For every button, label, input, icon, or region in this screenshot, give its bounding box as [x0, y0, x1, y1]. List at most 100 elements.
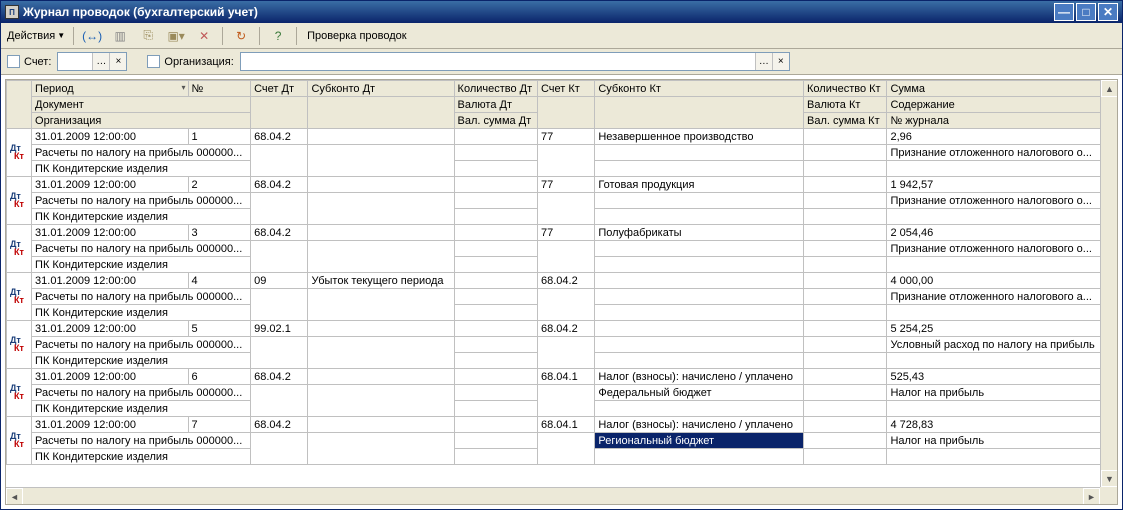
- table-row[interactable]: Расчеты по налогу на прибыль 000000...Пр…: [7, 145, 1117, 161]
- col-org[interactable]: Организация: [32, 113, 251, 129]
- cell-sub-kt2[interactable]: Федеральный бюджет: [595, 385, 804, 401]
- filter-button[interactable]: ▥: [108, 26, 132, 46]
- cell-cur-kt[interactable]: [804, 241, 887, 257]
- org-clear-button[interactable]: ×: [772, 53, 789, 70]
- cell-no[interactable]: 3: [188, 225, 251, 241]
- cell-sub-kt[interactable]: [595, 273, 804, 289]
- table-row[interactable]: ДтКт31.01.2009 12:00:00409Убыток текущег…: [7, 273, 1117, 289]
- cell-journal[interactable]: [887, 257, 1117, 273]
- cell-cur-dt[interactable]: [454, 385, 537, 401]
- refresh-button[interactable]: ↻: [229, 26, 253, 46]
- cell-qty-dt[interactable]: [454, 369, 537, 385]
- col-sub-dt[interactable]: Субконто Дт: [308, 81, 454, 97]
- cell-valsum-kt[interactable]: [804, 449, 887, 465]
- table-row[interactable]: Расчеты по налогу на прибыль 000000... Фе…: [7, 385, 1117, 401]
- table-row[interactable]: ДтКт31.01.2009 12:00:00368.04.277Полуфаб…: [7, 225, 1117, 241]
- cell-acc-kt[interactable]: 68.04.2: [537, 273, 594, 289]
- col-qty-kt[interactable]: Количество Кт: [804, 81, 887, 97]
- cell-sub-kt2[interactable]: [595, 241, 804, 257]
- cell-journal[interactable]: [887, 449, 1117, 465]
- cell-org[interactable]: ПК Кондитерские изделия: [32, 449, 251, 465]
- cell-acc-dt[interactable]: 68.04.2: [251, 129, 308, 145]
- cell-doc[interactable]: Расчеты по налогу на прибыль 000000...: [32, 289, 251, 305]
- cell-no[interactable]: 7: [188, 417, 251, 433]
- cell-acc-kt[interactable]: 77: [537, 129, 594, 145]
- col-valsum-dt[interactable]: Вал. сумма Дт: [454, 113, 537, 129]
- account-clear-button[interactable]: ×: [109, 53, 126, 70]
- maximize-button[interactable]: □: [1076, 3, 1096, 21]
- scroll-right-icon[interactable]: ►: [1083, 488, 1100, 505]
- cell-sum[interactable]: 2 054,46: [887, 225, 1117, 241]
- col-cur-dt[interactable]: Валюта Дт: [454, 97, 537, 113]
- cell-qty-kt[interactable]: [804, 273, 887, 289]
- cell-no[interactable]: 4: [188, 273, 251, 289]
- cell-journal[interactable]: [887, 209, 1117, 225]
- cell-content[interactable]: Налог на прибыль: [887, 385, 1117, 401]
- cell-sub-kt2[interactable]: [595, 289, 804, 305]
- cell-qty-kt[interactable]: [804, 417, 887, 433]
- horizontal-scrollbar[interactable]: ◄►: [6, 487, 1100, 504]
- cell-no[interactable]: 6: [188, 369, 251, 385]
- cell-sum[interactable]: 5 254,25: [887, 321, 1117, 337]
- interval-button[interactable]: (↔): [80, 26, 104, 46]
- cell-qty-kt[interactable]: [804, 177, 887, 193]
- cell-valsum-dt[interactable]: [454, 209, 537, 225]
- cell-valsum-dt[interactable]: [454, 305, 537, 321]
- cell-sub-dt[interactable]: [308, 177, 454, 193]
- cell-cur-kt[interactable]: [804, 193, 887, 209]
- cell-qty-dt[interactable]: [454, 273, 537, 289]
- cell-sub-dt[interactable]: Убыток текущего периода: [308, 273, 454, 289]
- cell-period[interactable]: 31.01.2009 12:00:00: [32, 369, 188, 385]
- cell-doc[interactable]: Расчеты по налогу на прибыль 000000...: [32, 337, 251, 353]
- cell-sub-dt[interactable]: [308, 321, 454, 337]
- org-checkbox[interactable]: [147, 55, 160, 68]
- cell-period[interactable]: 31.01.2009 12:00:00: [32, 273, 188, 289]
- cell-content[interactable]: Налог на прибыль: [887, 433, 1117, 449]
- cell-valsum-kt[interactable]: [804, 209, 887, 225]
- cell-valsum-dt[interactable]: [454, 161, 537, 177]
- table-row[interactable]: Расчеты по налогу на прибыль 000000...Пр…: [7, 241, 1117, 257]
- cell-sub-dt[interactable]: [308, 369, 454, 385]
- cell-cur-kt[interactable]: [804, 433, 887, 449]
- cell-cur-dt[interactable]: [454, 241, 537, 257]
- table-row[interactable]: Расчеты по налогу на прибыль 000000...Ре…: [7, 433, 1117, 449]
- cell-org[interactable]: ПК Кондитерские изделия: [32, 209, 251, 225]
- table-row[interactable]: ДтКт31.01.2009 12:00:00268.04.277Готовая…: [7, 177, 1117, 193]
- table-row[interactable]: Расчеты по налогу на прибыль 000000...Ус…: [7, 337, 1117, 353]
- cell-acc-dt[interactable]: 68.04.2: [251, 417, 308, 433]
- cell-qty-dt[interactable]: [454, 417, 537, 433]
- cell-valsum-kt[interactable]: [804, 257, 887, 273]
- cell-qty-dt[interactable]: [454, 177, 537, 193]
- minimize-button[interactable]: —: [1054, 3, 1074, 21]
- table-row[interactable]: ДтКт31.01.2009 12:00:00168.04.277Незавер…: [7, 129, 1117, 145]
- cell-cur-dt[interactable]: [454, 433, 537, 449]
- col-doc[interactable]: Документ: [32, 97, 251, 113]
- cell-cur-kt[interactable]: [804, 289, 887, 305]
- cell-period[interactable]: 31.01.2009 12:00:00: [32, 321, 188, 337]
- cell-content[interactable]: Признание отложенного налогового о...: [887, 193, 1117, 209]
- col-journal[interactable]: № журнала: [887, 113, 1117, 129]
- check-entries-button[interactable]: Проверка проводок: [303, 26, 410, 46]
- close-button[interactable]: ✕: [1098, 3, 1118, 21]
- cell-org[interactable]: ПК Кондитерские изделия: [32, 305, 251, 321]
- col-acc-dt[interactable]: Счет Дт: [251, 81, 308, 97]
- col-no[interactable]: №: [188, 81, 251, 97]
- actions-menu[interactable]: Действия▼: [5, 26, 67, 46]
- cell-journal[interactable]: [887, 161, 1117, 177]
- cell-acc-dt[interactable]: 68.04.2: [251, 369, 308, 385]
- scroll-left-icon[interactable]: ◄: [6, 488, 23, 505]
- cell-doc[interactable]: Расчеты по налогу на прибыль 000000...: [32, 193, 251, 209]
- cell-doc[interactable]: Расчеты по налогу на прибыль 000000...: [32, 241, 251, 257]
- cell-valsum-kt[interactable]: [804, 305, 887, 321]
- cell-doc[interactable]: Расчеты по налогу на прибыль 000000...: [32, 385, 251, 401]
- cell-cur-dt[interactable]: [454, 193, 537, 209]
- cell-qty-dt[interactable]: [454, 321, 537, 337]
- help-button[interactable]: ?: [266, 26, 290, 46]
- cell-org[interactable]: ПК Кондитерские изделия: [32, 353, 251, 369]
- cell-content[interactable]: Признание отложенного налогового о...: [887, 145, 1117, 161]
- col-sum[interactable]: Сумма: [887, 81, 1117, 97]
- cell-sub-kt[interactable]: Налог (взносы): начислено / уплачено: [595, 369, 804, 385]
- cell-journal[interactable]: [887, 305, 1117, 321]
- account-input[interactable]: … ×: [57, 52, 127, 71]
- cell-qty-dt[interactable]: [454, 129, 537, 145]
